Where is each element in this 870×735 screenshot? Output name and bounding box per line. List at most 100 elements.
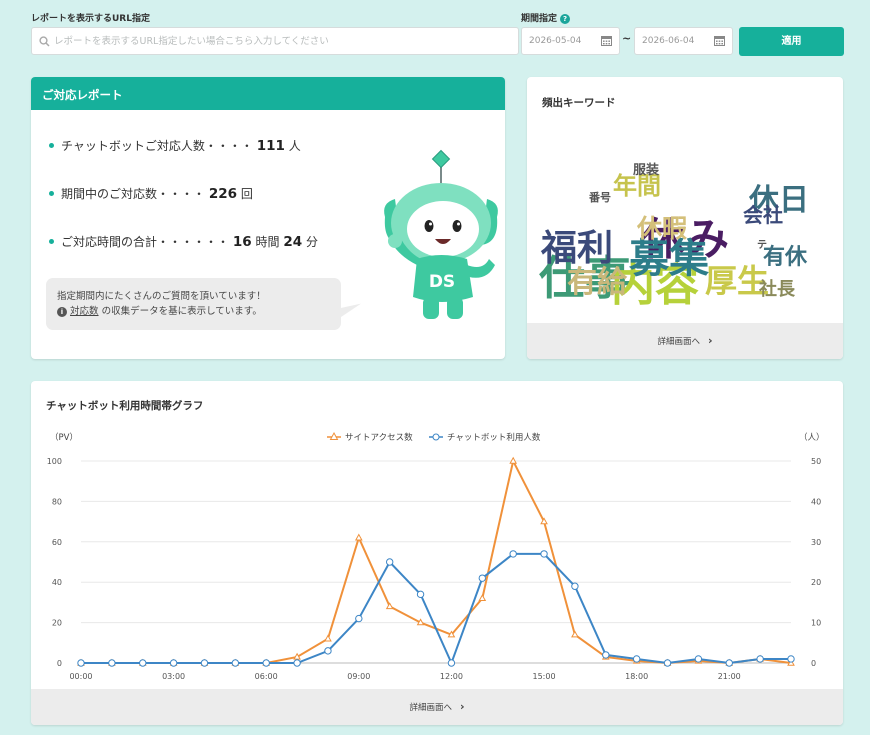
chevron-right-icon: ›	[459, 700, 465, 713]
mascot-logo-text: DS	[429, 272, 455, 292]
stat-label: ご対応時間の合計・・・・・・	[61, 235, 230, 249]
calendar-icon[interactable]	[601, 35, 612, 46]
data-point	[108, 659, 116, 667]
y-left-tick-label: 20	[52, 619, 62, 628]
y-left-tick-label: 0	[57, 659, 62, 668]
end-date-input[interactable]: 2026-06-04	[634, 27, 733, 55]
bullet-icon	[49, 191, 54, 196]
data-point	[355, 614, 363, 623]
data-point	[663, 659, 672, 667]
data-point	[787, 655, 795, 663]
date-range-separator: ~	[622, 32, 632, 45]
keyword-detail-link[interactable]: 詳細画面へ ›	[527, 323, 843, 359]
report-message-line: 指定期間内にたくさんのご質問を頂いています！	[57, 291, 266, 302]
data-point	[416, 590, 425, 599]
legend-label: サイトアクセス数	[345, 432, 413, 443]
y-right-tick-label: 0	[811, 659, 816, 668]
stat-chatbot-users: チャットボットご対応人数・・・・ 111 人	[49, 137, 301, 154]
report-note-line: i 対応数 の収集データを基に表示しています。	[57, 304, 341, 319]
series-line	[81, 458, 792, 665]
y-right-tick-label: 40	[811, 497, 821, 506]
y-right-axis-label: （人）	[799, 432, 825, 443]
data-point	[354, 533, 363, 541]
search-icon	[39, 36, 50, 47]
y-left-axis-label: （PV）	[50, 432, 78, 443]
y-left-tick-label: 80	[52, 497, 62, 506]
stat-response-count: 期間中のご対応数・・・・ 226 回	[49, 185, 253, 202]
y-right-tick-label: 20	[811, 578, 821, 587]
data-point	[324, 634, 332, 642]
start-date-input[interactable]: 2026-05-04	[521, 27, 620, 55]
report-card-title: ご対応レポート	[31, 77, 505, 110]
data-point	[509, 550, 517, 558]
speech-bubble-tail	[339, 303, 361, 319]
stat-label: 期間中のご対応数・・・・	[61, 187, 206, 201]
keyword-word: 有給	[567, 265, 628, 300]
response-count-link[interactable]: 対応数	[70, 306, 99, 317]
keyword-word: 服装	[633, 162, 659, 178]
chevron-right-icon: ›	[707, 334, 713, 347]
apply-button[interactable]: 適用	[739, 27, 844, 56]
keyword-card: 頻出キーワード 仕事 内容 休み 募集 福利 休日 年間 休暇 厚生 有休 社長 服装 会社 番号 有給テ …	[527, 77, 843, 359]
mascot-robot-illustration: DS	[384, 149, 498, 319]
x-tick-label: 06:00	[255, 672, 278, 681]
end-date-value: 2026-06-04	[642, 36, 695, 46]
period-label-text: 期間指定	[521, 14, 558, 24]
url-search-field[interactable]	[31, 27, 519, 55]
data-point	[200, 659, 209, 667]
data-point	[602, 651, 610, 659]
x-tick-label: 21:00	[718, 672, 741, 681]
keyword-word: 福利	[540, 228, 613, 269]
stat-value-minutes: 24	[283, 234, 303, 250]
data-point	[632, 655, 641, 663]
x-tick-label: 00:00	[69, 672, 92, 681]
report-note-text: の収集データを基に表示しています。	[101, 306, 262, 317]
stat-unit: 人	[288, 139, 301, 153]
x-tick-label: 12:00	[440, 672, 463, 681]
legend-marker	[432, 433, 440, 441]
data-point	[385, 558, 394, 566]
stat-unit-minutes: 分	[305, 235, 318, 249]
graph-detail-link[interactable]: 詳細画面へ ›	[31, 689, 843, 725]
y-right-tick-label: 10	[811, 619, 821, 628]
series-line	[81, 552, 791, 666]
report-card: ご対応レポート チャットボットご対応人数・・・・ 111 人 期間中のご対応数・…	[31, 77, 505, 359]
keyword-word: テ	[757, 239, 767, 251]
bullet-icon	[49, 143, 54, 148]
keyword-word: 社長	[759, 278, 796, 300]
keyword-word-cloud: 仕事内容休み募集福利休日年間休暇厚生有休社長服装会社番号有給テ	[539, 162, 809, 311]
info-icon: i	[57, 307, 67, 317]
keyword-card-title: 頻出キーワード	[542, 97, 616, 109]
keyword-word: 番号	[588, 190, 611, 204]
stat-value: 111	[256, 138, 285, 154]
y-right-tick-label: 30	[811, 538, 821, 547]
usage-graph-card: チャットボット利用時間帯グラフ 0 20 40 60 80 100 0 10 20 30 40 50 （…	[31, 381, 843, 725]
data-point	[293, 659, 301, 667]
usage-line-chart: 0 20 40 60 80 100 0 10 20 30 40 50 （PV） （人） 00:00 03:00…	[47, 431, 825, 681]
keyword-word: 休暇	[636, 214, 687, 243]
data-point	[324, 647, 332, 655]
graph-detail-label: 詳細画面へ	[409, 703, 452, 713]
data-point	[694, 655, 703, 663]
data-point	[540, 550, 548, 558]
url-search-input[interactable]	[54, 32, 509, 50]
keyword-detail-label: 詳細画面へ	[657, 337, 700, 347]
question-circle-icon[interactable]: ?	[560, 14, 571, 24]
y-left-tick-label: 60	[52, 538, 62, 547]
data-point	[571, 582, 579, 590]
x-tick-label: 15:00	[533, 672, 556, 681]
data-point	[231, 659, 240, 667]
data-point	[139, 659, 147, 667]
start-date-value: 2026-05-04	[529, 36, 582, 46]
legend-label: チャットボット利用人数	[447, 432, 541, 443]
keyword-word: 会社	[743, 203, 783, 227]
calendar-icon[interactable]	[714, 35, 725, 46]
bullet-icon	[49, 239, 54, 244]
data-point	[262, 659, 270, 667]
y-left-tick-label: 100	[47, 457, 62, 466]
data-point	[756, 655, 764, 663]
data-point	[77, 659, 85, 667]
y-left-tick-label: 40	[52, 578, 62, 587]
data-point	[478, 594, 487, 602]
x-tick-label: 03:00	[162, 672, 185, 681]
